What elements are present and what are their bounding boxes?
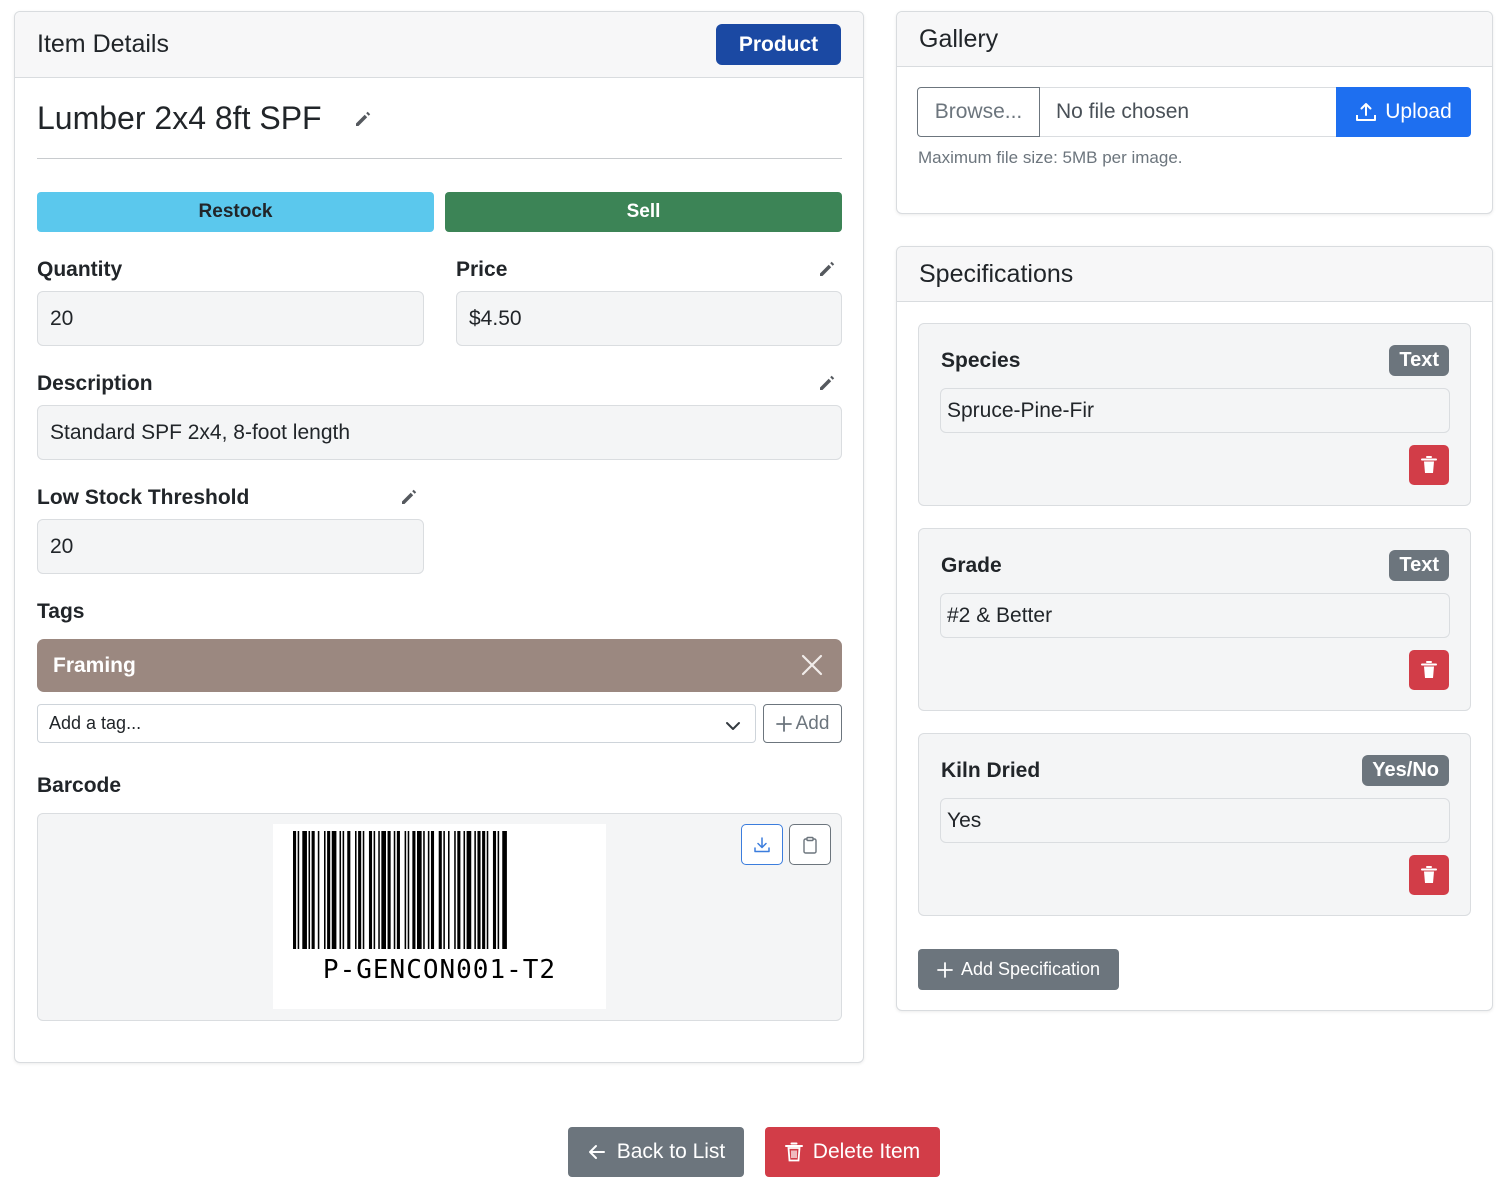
tag-label: Framing: [53, 653, 136, 677]
specifications-title: Specifications: [919, 260, 1074, 288]
add-specification-label: Add Specification: [960, 959, 1101, 979]
spec-name: Species: [941, 349, 1021, 372]
back-to-list-label: Back to List: [616, 1140, 726, 1163]
barcode-container: P-GENCON001-T2: [37, 813, 842, 1021]
trash-icon: [784, 1142, 803, 1162]
tag-chip: Framing: [37, 639, 842, 692]
add-tag-button[interactable]: Add: [763, 704, 842, 743]
close-icon[interactable]: [800, 653, 824, 677]
pencil-icon[interactable]: [353, 109, 373, 129]
spec-item: Species Text Spruce-Pine-Fir: [918, 323, 1471, 506]
tag-select-placeholder: Add a tag...: [49, 713, 142, 733]
item-name: Lumber 2x4 8ft SPF: [37, 100, 322, 136]
chevron-down-icon: [725, 717, 741, 731]
delete-spec-button[interactable]: [1409, 445, 1449, 485]
price-field[interactable]: $4.50: [456, 291, 842, 346]
quantity-field[interactable]: 20: [37, 291, 424, 346]
barcode-bars: [293, 831, 507, 949]
upload-label: Upload: [1385, 100, 1452, 123]
edit-price-pencil-icon[interactable]: [817, 259, 837, 279]
divider: [37, 158, 842, 159]
back-to-list-button[interactable]: Back to List: [568, 1127, 744, 1177]
trash-icon: [1421, 456, 1437, 473]
file-input-group: Browse... No file chosen Upload: [917, 87, 1472, 137]
item-details-title: Item Details: [37, 30, 169, 58]
upload-button[interactable]: Upload: [1336, 87, 1471, 137]
tag-select[interactable]: Add a tag...: [37, 704, 756, 743]
spec-type-badge: Yes/No: [1362, 755, 1449, 786]
gallery-card: Gallery Browse... No file chosen Upload …: [896, 11, 1493, 214]
add-specification-button[interactable]: Add Specification: [918, 949, 1119, 990]
spec-value-field[interactable]: Yes: [940, 798, 1450, 843]
type-badge: Product: [716, 24, 841, 65]
gallery-header: Gallery: [897, 12, 1492, 67]
delete-spec-button[interactable]: [1409, 855, 1449, 895]
spec-value-field[interactable]: Spruce-Pine-Fir: [940, 388, 1450, 433]
spec-name: Grade: [941, 554, 1002, 577]
item-details-card: Item Details Product Lumber 2x4 8ft SPF …: [14, 11, 864, 1063]
delete-item-button[interactable]: Delete Item: [765, 1127, 940, 1177]
price-label: Price: [456, 258, 508, 281]
browse-button[interactable]: Browse...: [917, 87, 1040, 137]
barcode-label: Barcode: [37, 774, 122, 797]
file-name-display[interactable]: No file chosen: [1040, 87, 1337, 137]
specifications-card: Specifications Species Text Spruce-Pine-…: [896, 246, 1493, 1011]
spec-name: Kiln Dried: [941, 759, 1041, 782]
add-tag-label: Add: [795, 712, 830, 734]
clipboard-icon: [803, 836, 817, 854]
spec-item: Grade Text #2 & Better: [918, 528, 1471, 711]
item-details-header: Item Details Product: [15, 12, 863, 78]
trash-icon: [1421, 866, 1437, 883]
download-icon: [754, 836, 770, 852]
barcode-value: P-GENCON001-T2: [322, 955, 557, 985]
description-field[interactable]: Standard SPF 2x4, 8-foot length: [37, 405, 842, 460]
spec-value-field[interactable]: #2 & Better: [940, 593, 1450, 638]
download-barcode-button[interactable]: [741, 824, 783, 865]
copy-barcode-button[interactable]: [789, 824, 831, 865]
tags-label: Tags: [37, 600, 85, 623]
barcode-image: P-GENCON001-T2: [273, 824, 606, 1009]
sell-button[interactable]: Sell: [445, 192, 842, 232]
edit-description-pencil-icon[interactable]: [817, 373, 837, 393]
gallery-title: Gallery: [919, 25, 999, 53]
specifications-header: Specifications: [897, 247, 1492, 302]
upload-icon: [1356, 103, 1377, 121]
delete-item-label: Delete Item: [812, 1140, 921, 1163]
arrow-left-icon: [588, 1145, 605, 1159]
edit-threshold-pencil-icon[interactable]: [399, 487, 419, 507]
plus-icon: [937, 961, 953, 978]
threshold-field[interactable]: 20: [37, 519, 424, 574]
trash-icon: [1421, 661, 1437, 678]
quantity-label: Quantity: [37, 258, 123, 281]
plus-icon: [775, 715, 792, 732]
restock-button[interactable]: Restock: [37, 192, 434, 232]
spec-item: Kiln Dried Yes/No Yes: [918, 733, 1471, 916]
delete-spec-button[interactable]: [1409, 650, 1449, 690]
spec-type-badge: Text: [1389, 550, 1449, 581]
file-size-help: Maximum file size: 5MB per image.: [918, 148, 1183, 167]
threshold-label: Low Stock Threshold: [37, 486, 250, 509]
spec-type-badge: Text: [1389, 345, 1449, 376]
description-label: Description: [37, 372, 153, 395]
